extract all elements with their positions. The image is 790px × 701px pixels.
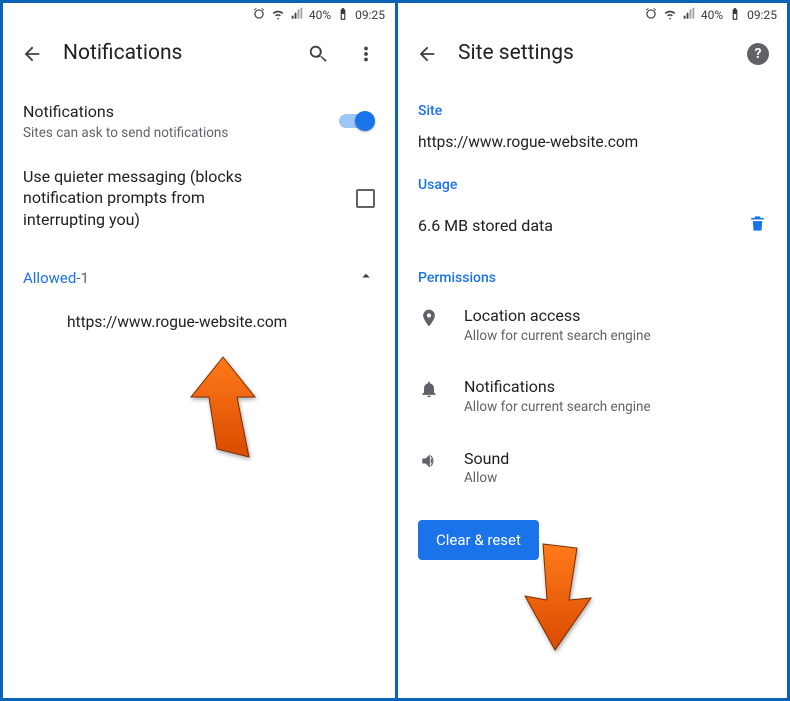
section-usage-label: Usage xyxy=(398,161,787,197)
page-title: Notifications xyxy=(63,42,287,65)
allowed-site-item[interactable]: https://www.rogue-website.com xyxy=(3,299,395,345)
notifications-toggle-row[interactable]: Notifications Sites can ask to send noti… xyxy=(3,87,395,156)
clock-text: 09:25 xyxy=(355,8,385,22)
help-button[interactable]: ? xyxy=(741,37,775,71)
quiet-messaging-checkbox[interactable] xyxy=(356,189,375,208)
arrow-back-icon xyxy=(21,43,43,65)
alarm-icon xyxy=(644,7,658,24)
search-icon xyxy=(307,43,329,65)
perm-sound-sub: Allow xyxy=(464,470,509,488)
site-url: https://www.rogue-website.com xyxy=(398,123,787,161)
page-title: Site settings xyxy=(458,42,727,65)
help-icon: ? xyxy=(747,43,769,65)
bell-icon xyxy=(418,377,440,399)
perm-notifications-sub: Allow for current search engine xyxy=(464,399,651,417)
perm-location-row[interactable]: Location access Allow for current search… xyxy=(398,290,787,361)
quiet-messaging-label: Use quieter messaging (blocks notificati… xyxy=(23,166,283,231)
app-header: Notifications xyxy=(3,27,395,81)
allowed-section-header[interactable]: Allowed - 1 xyxy=(3,249,395,299)
clock-text: 09:25 xyxy=(747,8,777,22)
signal-icon xyxy=(290,7,304,24)
perm-sound-title: Sound xyxy=(464,449,509,470)
wifi-icon xyxy=(663,7,677,24)
app-header-right: Site settings ? xyxy=(398,27,787,81)
notifications-toggle[interactable] xyxy=(339,111,375,131)
battery-pct: 40% xyxy=(309,8,331,22)
section-site-label: Site xyxy=(398,87,787,123)
alarm-icon xyxy=(252,7,266,24)
arrow-back-icon xyxy=(416,43,438,65)
signal-icon xyxy=(682,7,696,24)
trash-icon xyxy=(748,213,767,234)
delete-storage-button[interactable] xyxy=(748,213,767,238)
perm-notifications-title: Notifications xyxy=(464,377,651,398)
chevron-up-icon xyxy=(357,267,375,289)
perm-location-title: Location access xyxy=(464,306,651,327)
notifications-sub: Sites can ask to send notifications xyxy=(23,124,327,142)
more-vert-icon xyxy=(355,43,377,65)
notifications-label: Notifications xyxy=(23,101,327,123)
quiet-messaging-row[interactable]: Use quieter messaging (blocks notificati… xyxy=(3,156,395,249)
sound-icon xyxy=(418,449,440,471)
perm-notifications-row[interactable]: Notifications Allow for current search e… xyxy=(398,361,787,432)
allowed-count: 1 xyxy=(80,269,88,287)
back-button[interactable] xyxy=(410,37,444,71)
perm-location-sub: Allow for current search engine xyxy=(464,328,651,346)
annotation-arrow-left xyxy=(179,353,267,467)
battery-pct: 40% xyxy=(701,8,723,22)
usage-row[interactable]: 6.6 MB stored data xyxy=(398,197,787,254)
status-bar-right: 40% 09:25 xyxy=(398,3,787,27)
clear-reset-button[interactable]: Clear & reset xyxy=(418,520,539,560)
pane-notifications: 40% 09:25 Notifications Notifications Si… xyxy=(3,3,395,698)
usage-value: 6.6 MB stored data xyxy=(418,216,553,235)
allowed-label: Allowed xyxy=(23,269,76,287)
battery-icon xyxy=(336,7,350,24)
wifi-icon xyxy=(271,7,285,24)
location-icon xyxy=(418,306,440,328)
back-button[interactable] xyxy=(15,37,49,71)
section-permissions-label: Permissions xyxy=(398,254,787,290)
status-bar: 40% 09:25 xyxy=(3,3,395,27)
perm-sound-row[interactable]: Sound Allow xyxy=(398,433,787,504)
more-button[interactable] xyxy=(349,37,383,71)
pane-site-settings: 40% 09:25 Site settings ? Site https://w… xyxy=(395,3,787,698)
battery-icon xyxy=(728,7,742,24)
search-button[interactable] xyxy=(301,37,335,71)
